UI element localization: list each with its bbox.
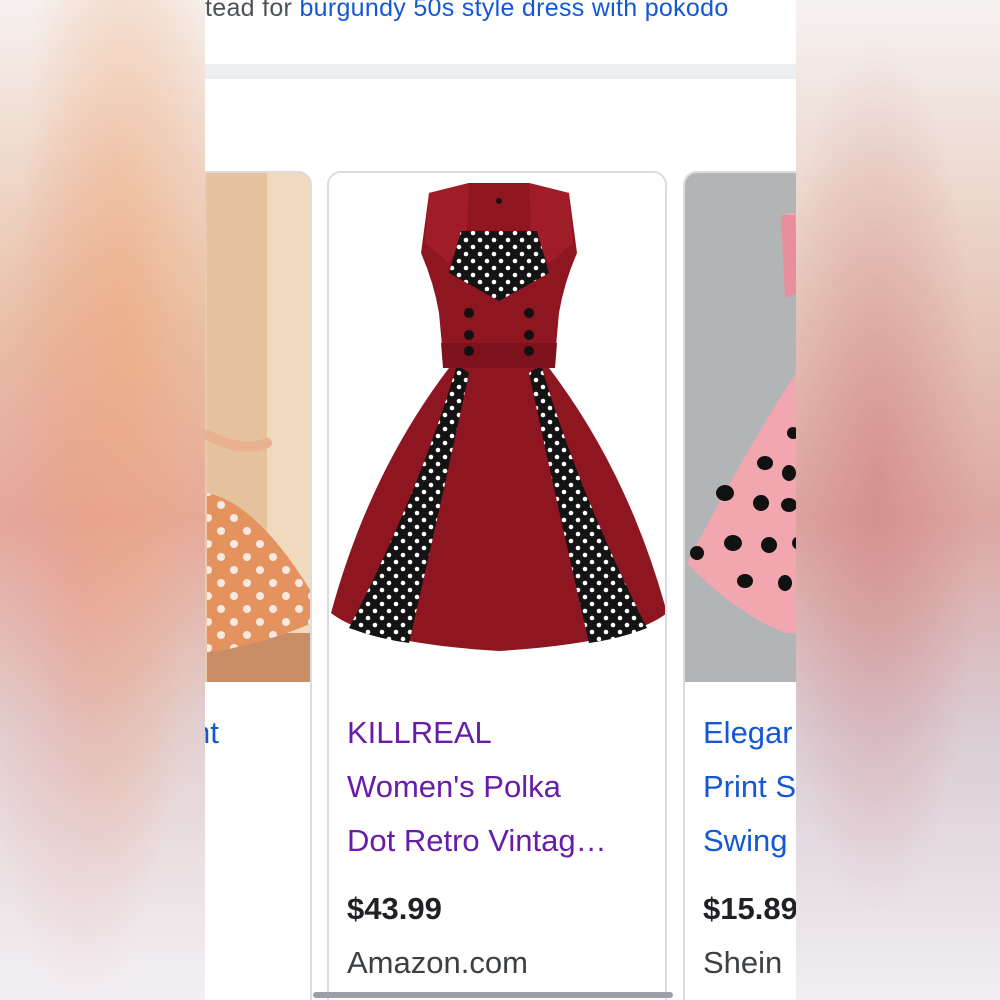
product-image-3[interactable] — [685, 173, 796, 682]
corrected-query-link[interactable]: burgundy 50s style dress with pokodo — [299, 0, 728, 22]
product-card-2[interactable]: KILLREAL Women's Polka Dot Retro Vintag…… — [327, 171, 667, 1000]
blurred-background-right — [795, 0, 1000, 1000]
spelling-correction-line: tead for burgundy 50s style dress with p… — [205, 0, 729, 23]
blurred-background-left — [0, 0, 205, 1000]
section-title: ı — [205, 108, 206, 139]
product-store: Shein — [703, 945, 783, 980]
product-title-line[interactable]: Print S — [703, 769, 796, 805]
product-title-line[interactable]: Women's Polka — [347, 769, 561, 805]
product-title-line[interactable]: KILLREAL — [347, 715, 492, 751]
correction-prefix: tead for — [205, 0, 300, 22]
product-image-1[interactable] — [205, 173, 310, 682]
product-title-line[interactable]: Dot Retro Vintag… — [347, 823, 607, 859]
product-title-line[interactable]: nt — [205, 715, 219, 751]
section-divider — [205, 64, 796, 79]
horizontal-scrollbar[interactable] — [313, 992, 673, 998]
product-price: $43.99 — [347, 891, 442, 926]
product-store: Amazon.com — [347, 945, 528, 980]
product-title-line[interactable]: Swing — [703, 823, 787, 859]
product-title-line[interactable]: Elegar — [703, 715, 793, 751]
product-price: $15.89 — [703, 891, 796, 926]
product-image-2[interactable] — [329, 173, 665, 682]
product-card-1[interactable]: nt : . — [205, 171, 312, 1000]
product-card-3[interactable]: Elegar Print S Swing $15.89 Shein — [683, 171, 796, 1000]
search-results-screen: tead for burgundy 50s style dress with p… — [205, 0, 796, 1000]
